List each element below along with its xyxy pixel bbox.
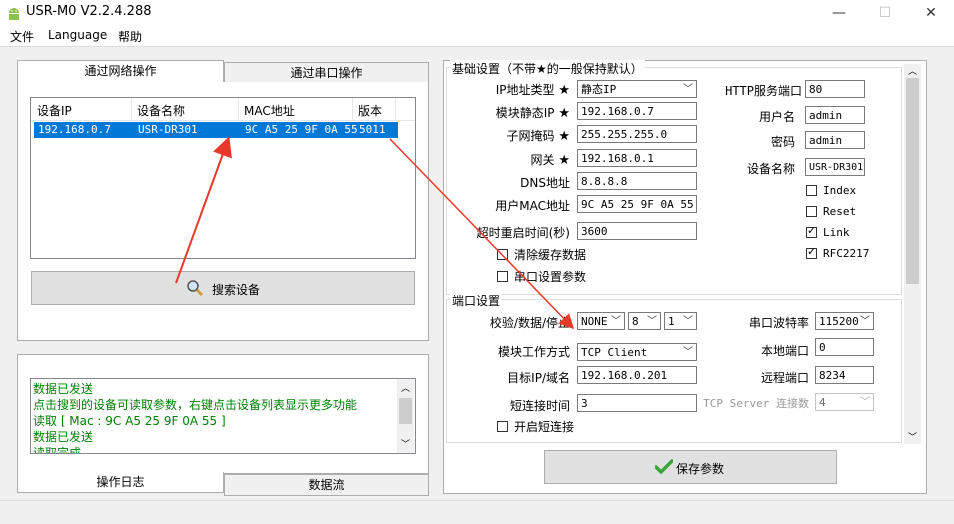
annotation-arrow-to-row xyxy=(175,136,232,284)
annotation-arrow-to-port xyxy=(389,138,575,330)
annotation-arrows xyxy=(175,136,575,330)
